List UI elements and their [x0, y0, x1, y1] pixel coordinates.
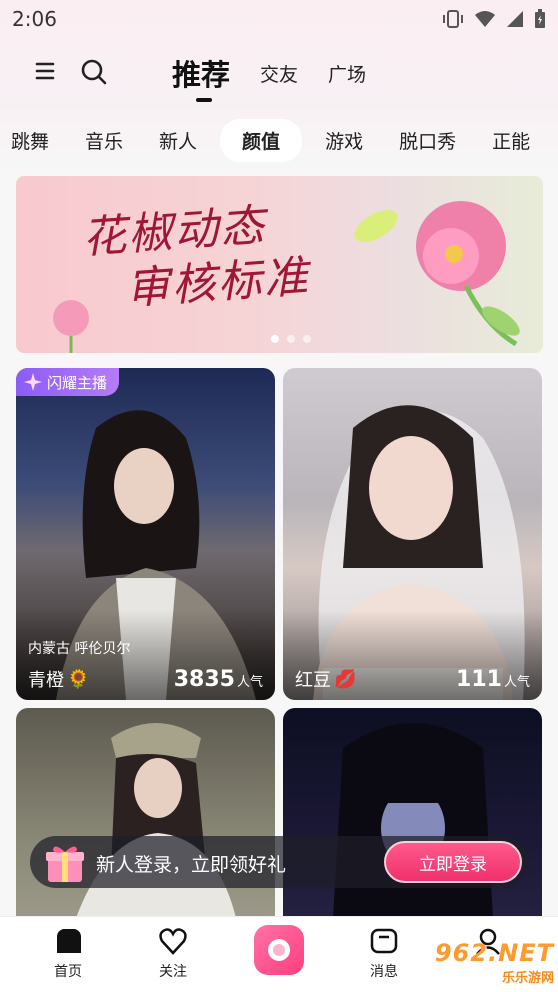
- nav-live-button[interactable]: [254, 925, 304, 975]
- category-newcomer[interactable]: 新人: [146, 119, 210, 162]
- nav-label: 关注: [159, 964, 187, 980]
- category-row: 跳舞 音乐 新人 颜值 游戏 脱口秀 正能: [0, 118, 558, 162]
- card-popularity: 3835 人气: [174, 667, 263, 692]
- popularity-unit: 人气: [503, 675, 530, 690]
- card-name-text: 红豆: [295, 670, 331, 691]
- heart-icon: [159, 928, 187, 955]
- login-prompt-bar: 新人登录，立即领好礼 立即登录: [30, 836, 528, 888]
- nav-follow[interactable]: 关注: [133, 927, 213, 981]
- wifi-icon: [475, 11, 495, 27]
- streamer-card[interactable]: 闪耀主播 内蒙古 呼伦贝尔 青橙 🌻 3835 人气: [16, 368, 275, 700]
- header: 推荐 交友 广场: [0, 48, 558, 102]
- category-positive[interactable]: 正能: [479, 119, 543, 162]
- streamer-card[interactable]: 红豆 💋 111 人气: [283, 368, 542, 700]
- sparkle-icon: [24, 373, 42, 391]
- category-looks[interactable]: 颜值: [220, 118, 303, 162]
- card-location: 内蒙古 呼伦贝尔: [28, 641, 131, 657]
- login-button[interactable]: 立即登录: [384, 841, 522, 883]
- card-name: 青橙 🌻: [28, 666, 89, 692]
- banner-title: 花椒动态 审核标准: [81, 196, 312, 319]
- camera-icon: [268, 939, 290, 961]
- bottom-nav: 首页 关注 消息 962.NET 乐乐游网: [0, 916, 558, 992]
- watermark-subtitle: 乐乐游网: [501, 971, 554, 986]
- featured-badge: 闪耀主播: [16, 368, 120, 396]
- vibrate-icon: [443, 10, 463, 28]
- status-icons: [442, 9, 546, 29]
- category-dance[interactable]: 跳舞: [0, 119, 62, 162]
- tab-friends[interactable]: 交友: [260, 60, 298, 87]
- promo-banner[interactable]: 花椒动态 审核标准: [16, 176, 543, 353]
- leaf-illustration: [354, 210, 398, 242]
- popularity-count: 111: [456, 667, 502, 692]
- menu-icon[interactable]: [34, 60, 56, 82]
- card-name-text: 青橙: [28, 670, 64, 691]
- search-icon[interactable]: [80, 58, 108, 86]
- login-prompt-text: 新人登录，立即领好礼: [96, 854, 287, 876]
- watermark-logo: 962.NET: [434, 939, 554, 967]
- nav-home[interactable]: 首页: [28, 927, 108, 981]
- site-watermark: 962.NET 乐乐游网: [435, 939, 554, 986]
- signal-icon: [507, 11, 523, 27]
- tab-square[interactable]: 广场: [328, 60, 366, 87]
- banner-line2: 审核标准: [124, 251, 312, 315]
- status-bar: 2:06: [0, 0, 558, 38]
- tab-recommend[interactable]: 推荐: [172, 52, 230, 102]
- gift-icon: [46, 846, 84, 882]
- pager-dot[interactable]: [287, 335, 295, 343]
- lips-icon: 💋: [334, 668, 357, 690]
- popularity-count: 3835: [173, 667, 235, 692]
- category-talk-show[interactable]: 脱口秀: [386, 119, 469, 162]
- sunflower-icon: 🌻: [67, 668, 90, 690]
- home-icon: [57, 929, 81, 953]
- nav-label: 首页: [54, 964, 82, 980]
- nav-messages[interactable]: 消息: [344, 927, 424, 981]
- category-music[interactable]: 音乐: [72, 119, 136, 162]
- popularity-unit: 人气: [236, 675, 263, 690]
- top-tabs: 推荐 交友 广场: [172, 48, 396, 102]
- nav-label: 消息: [370, 964, 398, 980]
- message-icon: [370, 928, 398, 954]
- card-popularity: 111 人气: [456, 667, 530, 692]
- battery-icon: [535, 9, 545, 28]
- pager-dot[interactable]: [271, 335, 279, 343]
- banner-pager: [271, 335, 311, 343]
- status-time: 2:06: [12, 7, 57, 31]
- card-name: 红豆 💋: [295, 666, 356, 692]
- category-games[interactable]: 游戏: [312, 119, 376, 162]
- badge-label: 闪耀主播: [47, 373, 108, 392]
- pager-dot[interactable]: [303, 335, 311, 343]
- flower-illustration: [416, 201, 520, 346]
